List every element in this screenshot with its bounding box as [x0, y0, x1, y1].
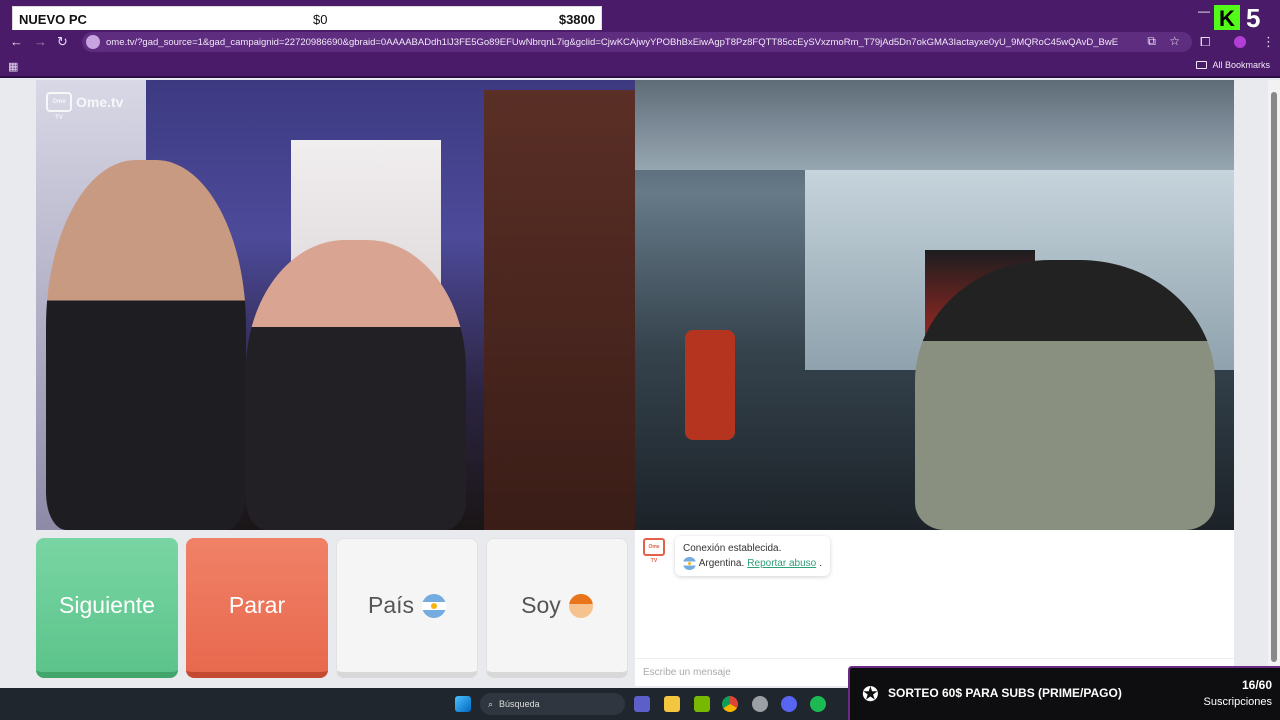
back-icon[interactable]: ← — [10, 34, 23, 50]
bookmark-star-icon[interactable]: ☆ — [1169, 34, 1180, 48]
apps-grid-icon[interactable]: ▦ — [8, 60, 18, 73]
ometv-watermark: Ome TV Ome.tv — [46, 92, 124, 121]
file-explorer-icon[interactable] — [664, 696, 680, 712]
page-scrollbar[interactable] — [1268, 80, 1280, 688]
gender-button[interactable]: Soy — [486, 538, 628, 678]
subs-count: 16/60 — [1241, 678, 1272, 692]
connection-status: Conexión establecida. — [683, 543, 782, 554]
goal-target-amount: $3800 — [558, 11, 595, 27]
ometv-watermark-text: Ome.tv — [76, 94, 124, 110]
page-content: Ome TV Ome.tv Siguiente Parar País Soy O… — [0, 80, 1280, 688]
argentina-flag-icon — [422, 593, 447, 618]
reload-icon[interactable]: ↻ — [57, 34, 68, 50]
url-text: ome.tv/?gad_source=1&gad_campaignid=2272… — [106, 36, 1119, 48]
forward-icon[interactable]: → — [34, 34, 47, 50]
all-bookmarks-label: All Bookmarks — [1212, 60, 1270, 70]
next-button-label: Siguiente — [59, 591, 155, 618]
country-button[interactable]: País — [336, 538, 478, 678]
teams-icon[interactable] — [634, 696, 650, 712]
next-button[interactable]: Siguiente — [36, 538, 178, 678]
subs-raffle-title: SORTEO 60$ PARA SUBS (PRIME/PAGO) — [888, 686, 1122, 700]
star-icon: ✪ — [862, 684, 879, 706]
kick-logo: K — [1214, 5, 1240, 33]
browser-tab-bar: NUEVO PC $0 $3800 — K 5 — [0, 0, 1280, 33]
minimize-icon[interactable]: — — [1198, 4, 1210, 18]
subs-label: Suscripciones — [1203, 696, 1272, 708]
partner-country: Argentina. — [698, 558, 745, 569]
obs-icon[interactable] — [752, 696, 768, 712]
stop-button-label: Parar — [228, 591, 286, 618]
chat-panel: Ome TV Conexión establecida. Argentina. … — [635, 530, 1234, 686]
partner-country-row: Argentina. Reportar abuso. — [683, 556, 822, 571]
address-bar-row: ← → ↻ ome.tv/?gad_source=1&gad_campaigni… — [0, 30, 1280, 54]
report-suffix: . — [819, 558, 822, 569]
subs-goal-overlay: ✪ SORTEO 60$ PARA SUBS (PRIME/PAGO) 16/6… — [848, 666, 1280, 720]
argentina-flag-small-icon — [683, 557, 696, 570]
taskbar-search[interactable]: ⌕ Búsqueda — [480, 693, 625, 715]
taskbar-search-label: Búsqueda — [499, 699, 540, 709]
scroll-thumb[interactable] — [1271, 92, 1277, 662]
folder-icon — [1196, 61, 1208, 69]
search-icon: ⌕ — [488, 698, 494, 709]
gender-button-label: Soy — [521, 592, 561, 618]
goal-overlay: NUEVO PC $0 $3800 — [12, 6, 602, 32]
country-button-label: País — [367, 592, 415, 618]
boy-face-icon — [568, 593, 593, 618]
discord-icon[interactable] — [781, 696, 797, 712]
brand-number: 5 — [1246, 3, 1261, 33]
spotify-icon[interactable] — [810, 696, 826, 712]
goal-title: NUEVO PC — [19, 11, 87, 27]
chrome-icon[interactable] — [722, 696, 738, 712]
stop-button[interactable]: Parar — [186, 538, 328, 678]
site-info-icon[interactable] — [86, 35, 100, 49]
stranger-video: Ome TV Ome.tv — [36, 80, 635, 530]
bookmarks-bar: ▦ All Bookmarks — [0, 54, 1280, 78]
windows-start-icon[interactable] — [455, 696, 471, 712]
system-message: Conexión establecida. Argentina. Reporta… — [675, 536, 830, 576]
ometv-chat-logo-icon: Ome TV — [643, 538, 665, 564]
all-bookmarks[interactable]: All Bookmarks — [1196, 60, 1270, 70]
nvidia-icon[interactable] — [694, 696, 710, 712]
profile-avatar[interactable] — [1234, 36, 1246, 48]
report-abuse-link[interactable]: Reportar abuso — [747, 556, 816, 571]
extensions-icon[interactable]: ⧠ — [1200, 34, 1210, 50]
menu-kebab-icon[interactable]: ⋮ — [1262, 34, 1275, 50]
install-app-icon[interactable]: ⧉ — [1147, 34, 1156, 49]
goal-current-amount: $0 — [313, 11, 328, 27]
ometv-logo-icon: Ome TV — [46, 92, 72, 121]
url-field[interactable]: ome.tv/?gad_source=1&gad_campaignid=2272… — [82, 32, 1192, 52]
self-video — [635, 80, 1234, 530]
